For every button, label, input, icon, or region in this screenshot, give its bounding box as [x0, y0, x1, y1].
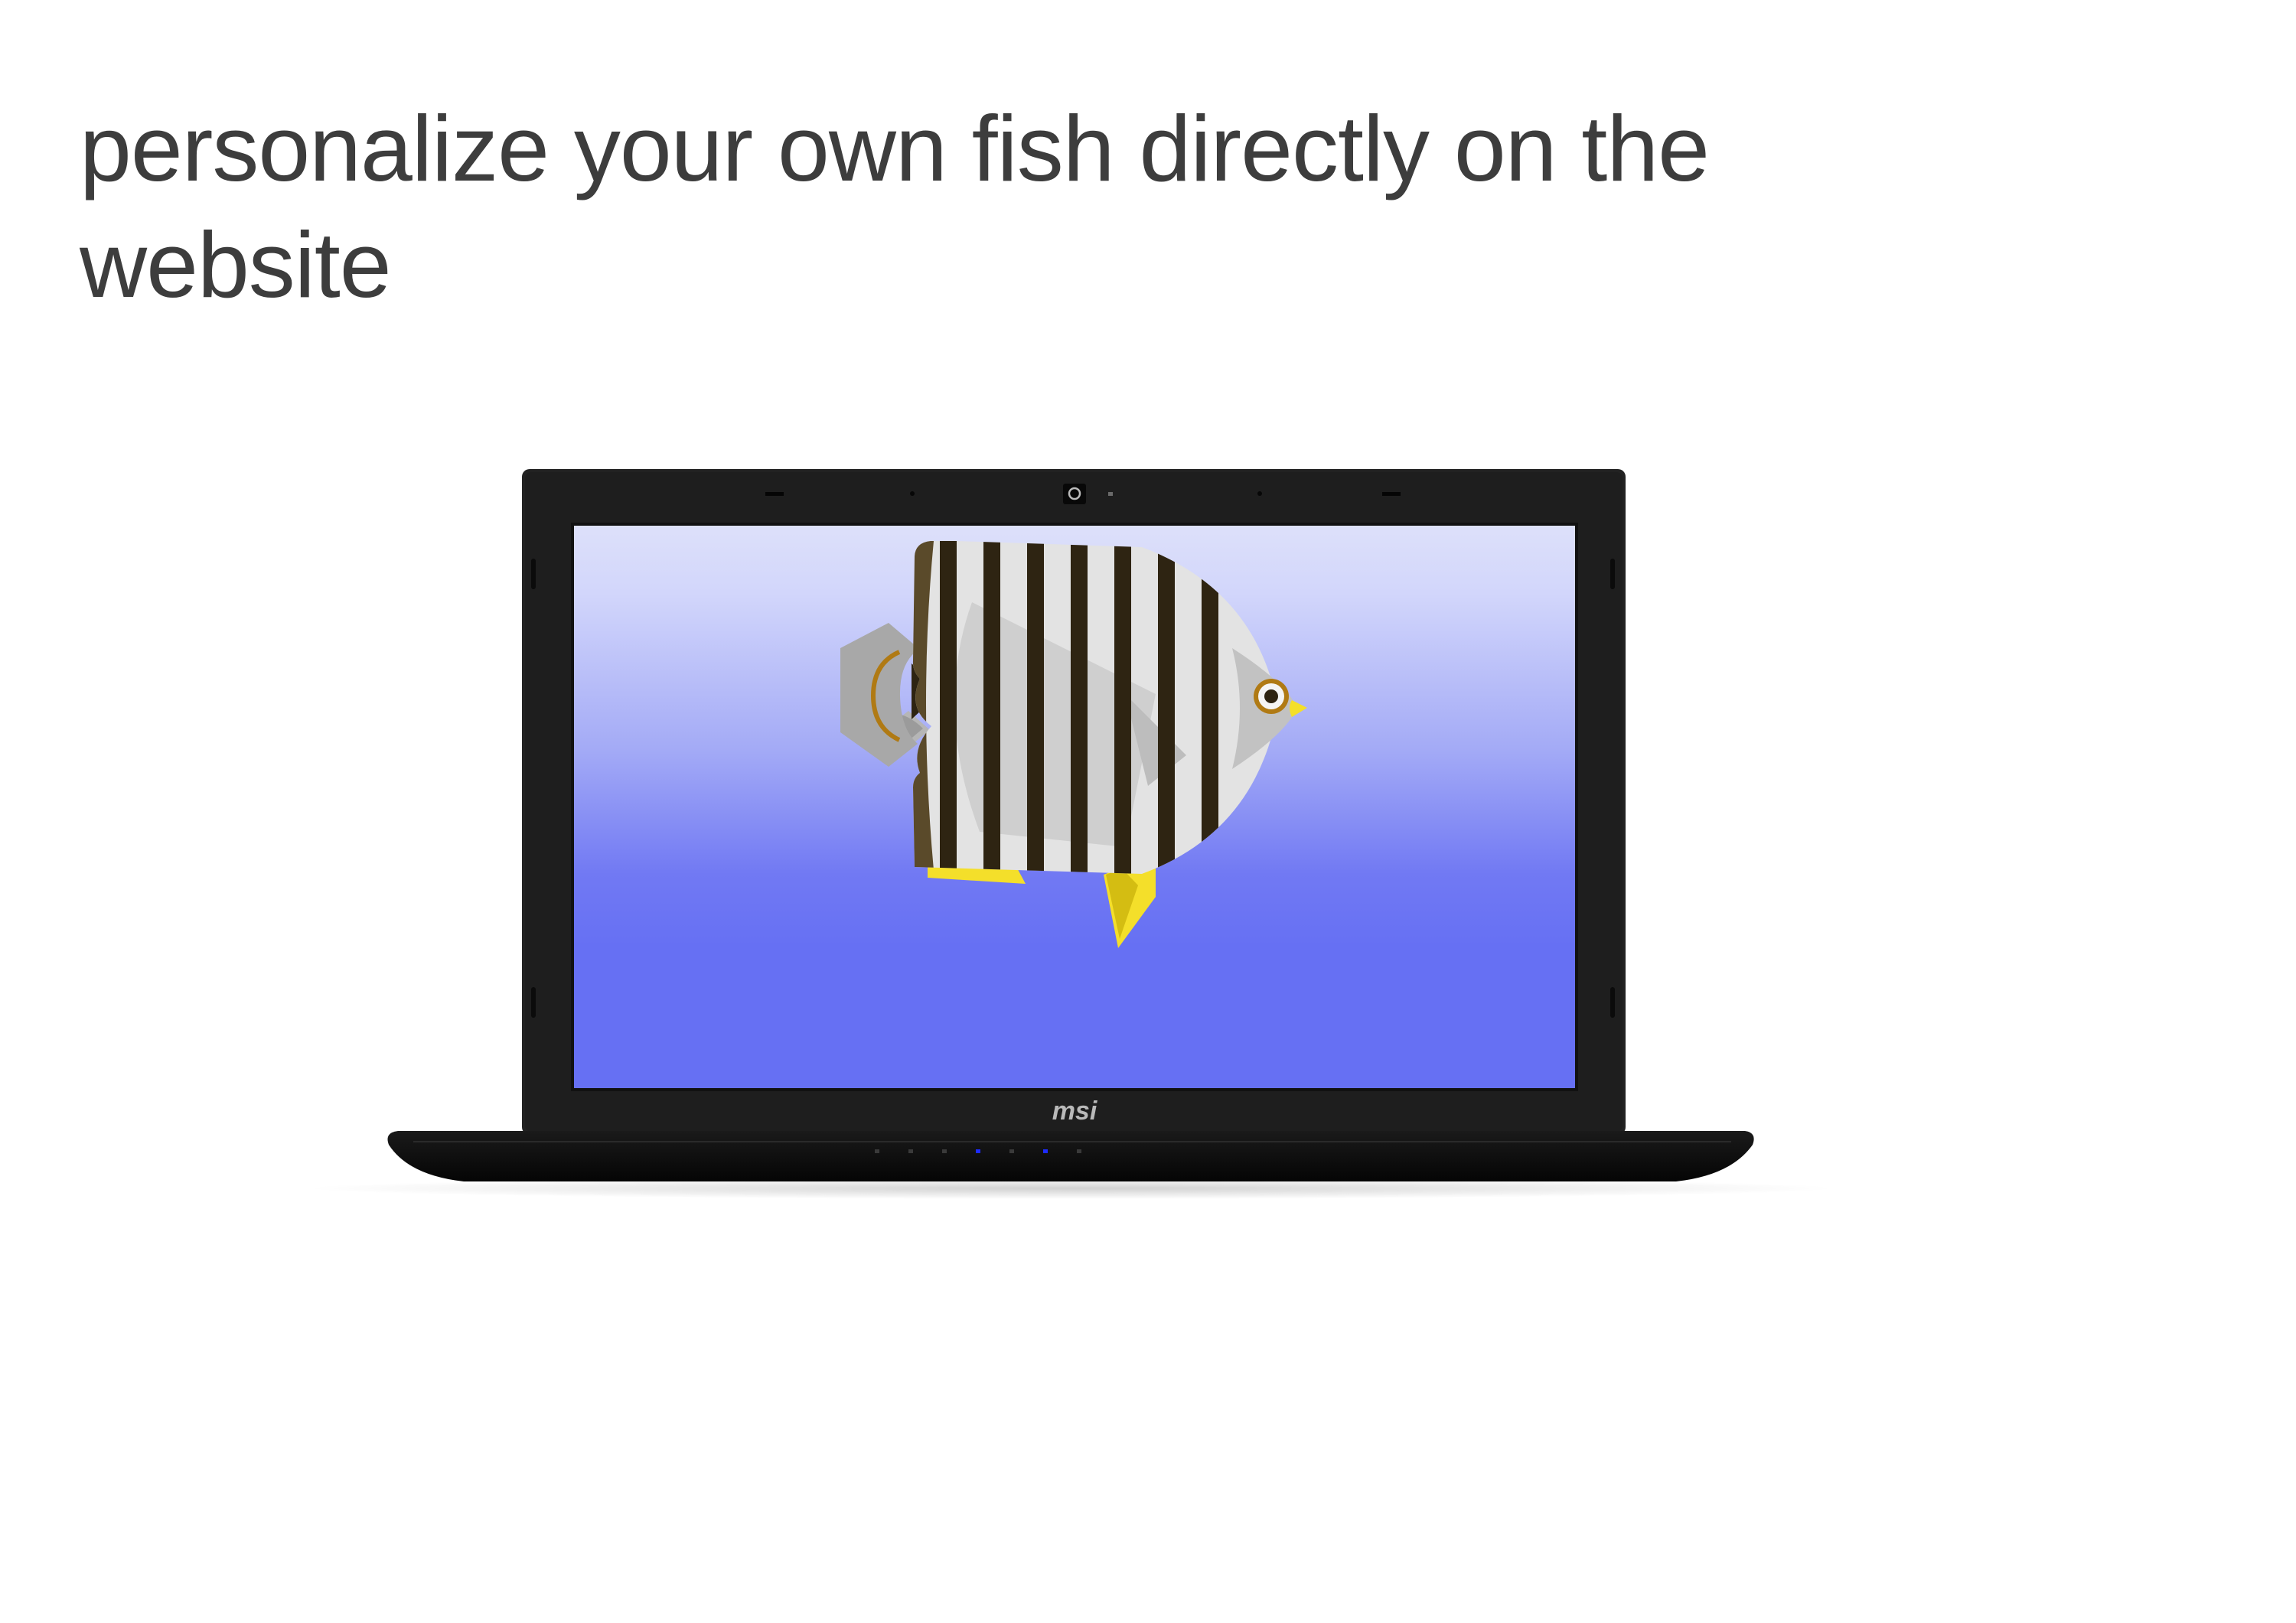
laptop-mockup: msi: [0, 0, 2296, 1623]
stripe: [1071, 541, 1088, 874]
indicator-light: [942, 1149, 947, 1153]
stripe: [940, 541, 957, 874]
presentation-slide: personalize your own fish directly on th…: [0, 0, 2296, 1623]
indicator-light-on: [976, 1149, 980, 1153]
stripe: [1114, 541, 1131, 874]
fish-display: [574, 526, 1575, 1088]
brand-logo: msi: [1052, 1097, 1098, 1126]
eye-pupil: [1264, 689, 1278, 703]
indicator-light: [1077, 1149, 1081, 1153]
bezel-bumper: [531, 559, 536, 589]
bezel-slot-right: [1382, 492, 1401, 496]
stripe: [1158, 541, 1175, 874]
stripe: [1027, 541, 1044, 874]
indicator-light-on: [1043, 1149, 1048, 1153]
camera-light: [1108, 492, 1113, 496]
indicator-light: [875, 1149, 879, 1153]
indicator-light: [1009, 1149, 1014, 1153]
indicator-light: [908, 1149, 913, 1153]
webcam-icon: [1063, 484, 1086, 504]
bezel-dot-left: [910, 491, 915, 496]
bezel-dot-right: [1257, 491, 1262, 496]
bezel-bumper: [1610, 559, 1615, 589]
bezel-bumper: [1610, 987, 1615, 1018]
stripe: [983, 541, 1000, 874]
bezel-slot-left: [765, 492, 784, 496]
laptop-screen: [574, 526, 1575, 1088]
bezel-bumper: [531, 987, 536, 1018]
laptop-base: [387, 1131, 1754, 1181]
